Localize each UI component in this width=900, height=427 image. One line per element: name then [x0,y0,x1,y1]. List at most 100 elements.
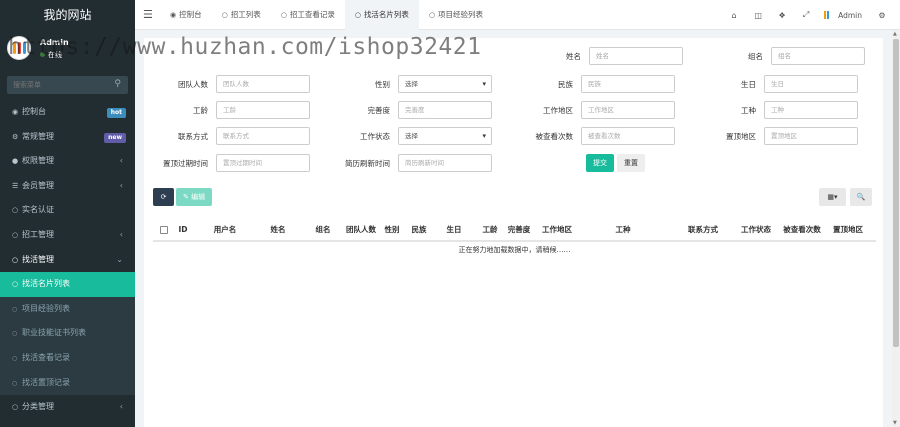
field-label: 工种 [741,105,756,115]
user-menu[interactable]: Admin [824,10,862,20]
work-years-field[interactable]: 工龄 [216,101,310,119]
birthday-field[interactable]: 生日 [764,75,858,93]
col-team-size[interactable]: 团队人数 [341,220,381,240]
fullscreen-icon[interactable]: ⤢ [794,10,818,20]
tab-recruit-views[interactable]: ○ 招工查看记录 [271,0,345,30]
sidebar-item-card-list[interactable]: ○ 找活名片列表 [0,272,135,297]
tab-card-list[interactable]: ○ 找活名片列表 [344,0,419,30]
work-area-field[interactable]: 工作地区 [581,101,675,119]
sidebar-item-cert-list[interactable]: ○ 职业技能证书列表 [0,321,135,346]
col-name[interactable]: 姓名 [263,220,293,240]
chevron-left-icon: ‹ [119,156,123,166]
top-expire-field[interactable]: 置顶过期时间 [216,154,310,172]
search-icon[interactable]: ⚲ [114,79,121,89]
col-work-years[interactable]: 工龄 [480,220,500,240]
gender-select[interactable]: 选择 [398,75,492,93]
tab-dashboard[interactable]: ◉ 控制台 [160,0,212,30]
field-label: 姓名 [566,51,581,61]
col-gender[interactable]: 性别 [382,220,402,240]
col-contact[interactable]: 联系方式 [683,220,723,240]
tab-project-list[interactable]: ○ 项目经验列表 [419,0,493,30]
sidebar-item-recruit[interactable]: ○ 招工管理 ‹ [0,223,135,248]
menu-search-input[interactable] [7,76,128,94]
translate-icon[interactable]: ❖ [770,11,794,20]
user-status-text: 在线 [48,51,62,59]
reset-button[interactable]: 重置 [617,154,645,172]
scroll-down-icon[interactable]: ▼ [893,420,897,426]
edit-button[interactable]: ✎ 编辑 [176,188,213,206]
page-scrollbar[interactable]: ▲ ▼ [892,30,900,427]
circle-icon: ○ [12,230,19,239]
new-badge: new [104,132,126,143]
sidebar-item-dashboard[interactable]: ◉ 控制台 hot [0,100,135,125]
sidebar-item-label: 找活名片列表 [22,279,70,289]
col-ethnicity[interactable]: 民族 [409,220,429,240]
user-status: 在线 [40,50,62,60]
sidebar-item-category[interactable]: ○ 分类管理 ‹ [0,395,135,420]
resume-refresh-field[interactable]: 简历刷新时间 [398,154,492,172]
scroll-up-icon[interactable]: ▲ [893,31,897,37]
menu-search[interactable]: ⚲ [7,76,128,94]
top-area-field[interactable]: 置顶地区 [764,127,858,145]
select-all-checkbox[interactable] [160,226,168,234]
trash-icon[interactable]: ◫ [746,11,770,20]
loading-message: 正在努力地加载数据中，请稍候…… [458,246,571,254]
sidebar-item-label: 找活管理 [22,254,54,264]
circle-icon: ○ [354,11,361,19]
site-logo[interactable]: 我的网站 [0,0,135,30]
sidebar-item-members[interactable]: ☰ 会员管理 ‹ [0,174,135,199]
table-search-button[interactable]: 🔍 [850,188,872,206]
cogs-icon: ⚙ [12,132,19,141]
sidebar-item-label: 找活查看记录 [22,352,70,362]
sidebar-item-general[interactable]: ⚙ 常规管理 new [0,125,135,150]
col-view-count[interactable]: 被查看次数 [780,220,824,240]
circle-icon: ○ [12,354,18,362]
submit-button[interactable]: 提交 [586,154,614,172]
sidebar-item-auth[interactable]: ● 权限管理 ‹ [0,149,135,174]
sidebar-item-label: 权限管理 [22,156,54,166]
circle-icon: ○ [12,403,19,412]
scroll-thumb[interactable] [893,39,899,347]
work-status-select[interactable]: 选择 [398,127,492,145]
sidebar-item-label: 职业技能证书列表 [22,328,86,338]
tab-recruit-list[interactable]: ○ 招工列表 [212,0,271,30]
col-group[interactable]: 组名 [311,220,335,240]
sidebar-item-project-list[interactable]: ○ 项目经验列表 [0,296,135,322]
team-size-field[interactable]: 团队人数 [216,75,310,93]
dashboard-icon: ◉ [12,108,19,116]
nav-tabs: ◉ 控制台 ○ 招工列表 ○ 招工查看记录 ○ 找活名片列表 ○ 项目经验列表 [160,0,493,30]
col-work-area[interactable]: 工作地区 [537,220,577,240]
main-content: 姓名 姓名 组名 组名 团队人数 团队人数 性别 选择 民族 民族 生日 生日 … [135,30,892,427]
contact-field[interactable]: 联系方式 [216,127,310,145]
refresh-button[interactable]: ⟳ [153,188,174,206]
col-completeness[interactable]: 完善度 [505,220,533,240]
name-field[interactable]: 姓名 [589,47,683,65]
sidebar: 我的网站 Admin 在线 ⚲ ◉控制台hot ⚙常规管理new ●权限管理‹ … [0,0,135,427]
col-work-status[interactable]: 工作状态 [736,220,776,240]
col-id[interactable]: ID [171,220,195,240]
col-username[interactable]: 用户名 [205,220,245,240]
job-type-field[interactable]: 工种 [764,101,858,119]
sidebar-item-top-records[interactable]: ○ 找活置顶记录 [0,370,135,396]
col-top-area[interactable]: 置顶地区 [828,220,868,240]
sidebar-item-label: 实名认证 [22,205,54,215]
circle-icon: ○ [12,255,19,264]
sidebar-item-jobseek[interactable]: ○ 找活管理 ⌄ [0,248,135,273]
gear-icon[interactable]: ⚙ [870,11,894,20]
ethnicity-field[interactable]: 民族 [581,75,675,93]
field-label: 被查看次数 [535,131,574,141]
col-birthday[interactable]: 生日 [444,220,464,240]
chevron-down-icon: ⌄ [116,254,123,264]
group-field[interactable]: 组名 [771,47,865,65]
menu-toggle-icon[interactable]: ☰ [143,8,153,21]
sidebar-item-label: 项目经验列表 [22,303,70,313]
col-job-type[interactable]: 工种 [613,220,633,240]
completeness-field[interactable]: 完善度 [398,101,492,119]
sidebar-item-view-records[interactable]: ○ 找活查看记录 [0,345,135,371]
avatar [7,36,31,60]
view-count-field[interactable]: 被查看次数 [581,127,675,145]
columns-button[interactable]: ▦▾ [819,188,846,206]
home-icon[interactable]: ⌂ [722,11,746,20]
sidebar-item-verify[interactable]: ○ 实名认证 [0,198,135,223]
chevron-left-icon: ‹ [119,402,123,412]
